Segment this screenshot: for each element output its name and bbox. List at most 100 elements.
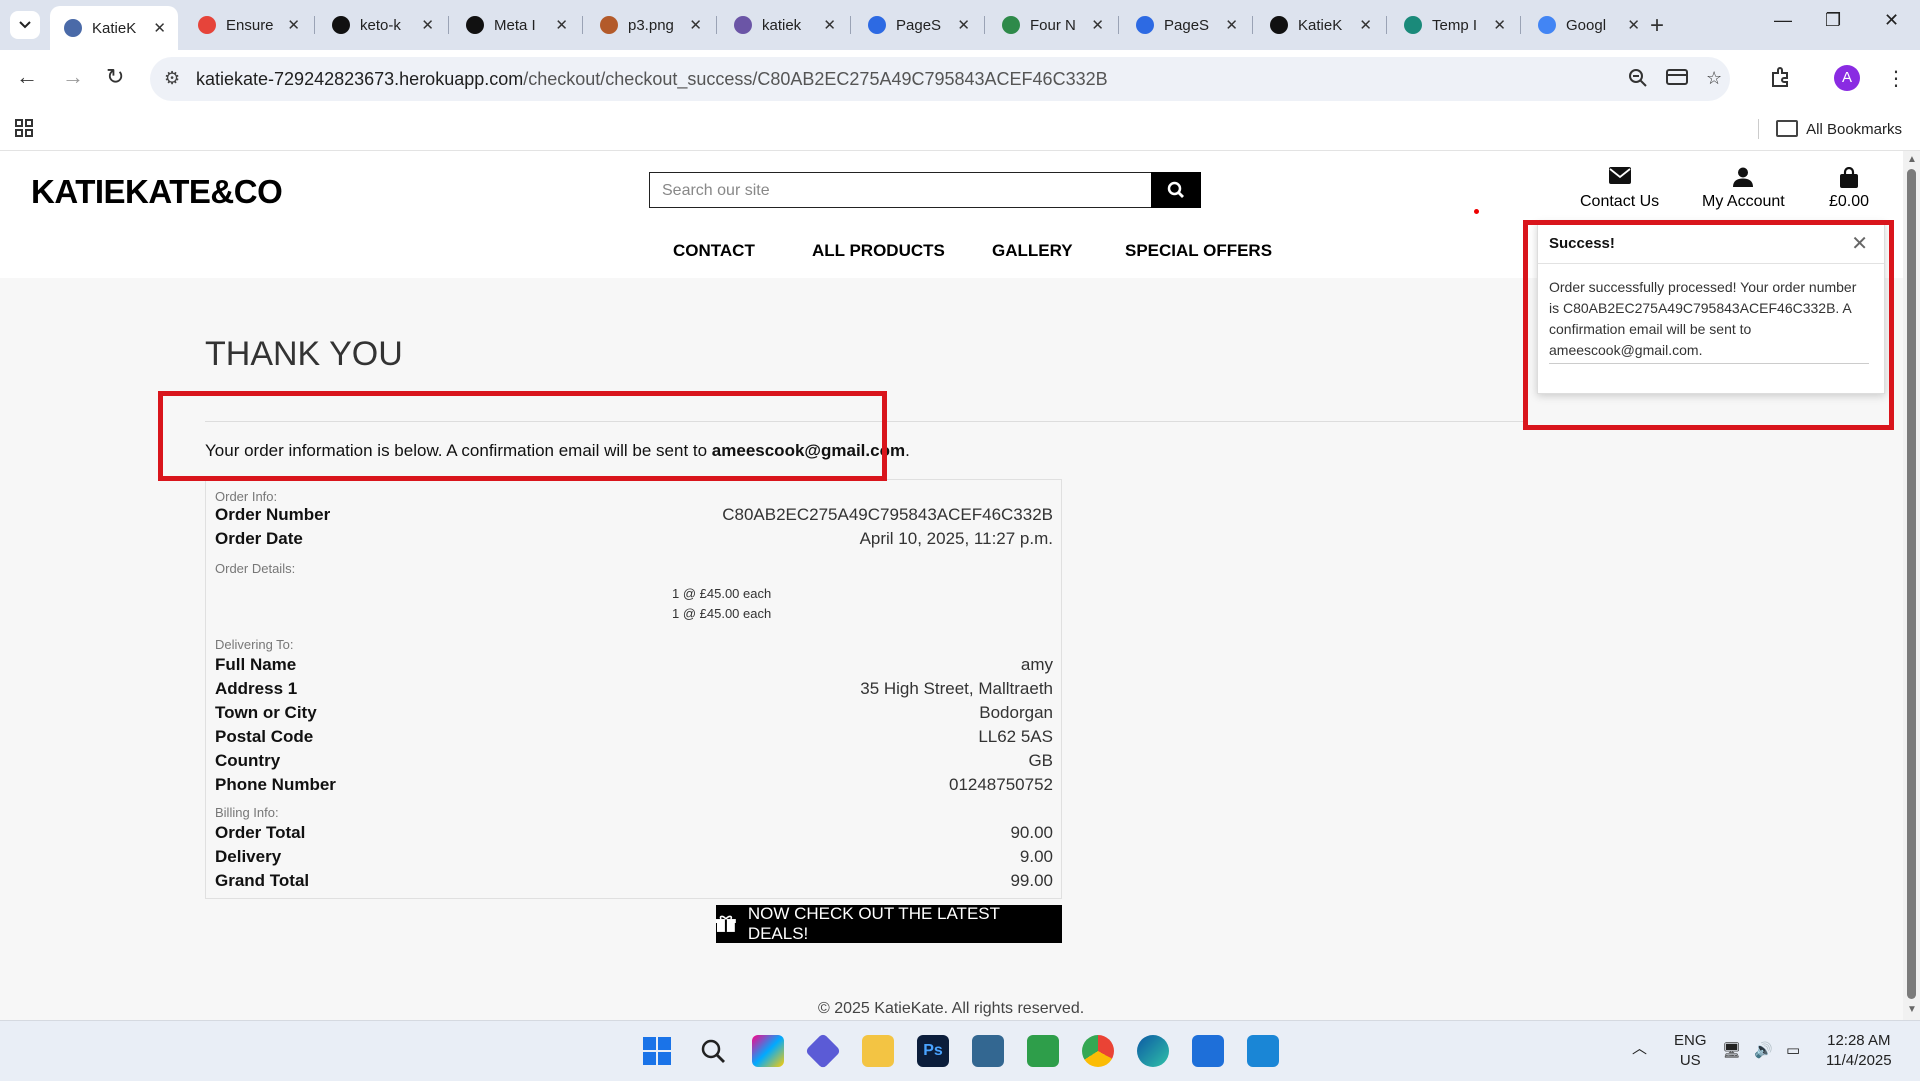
- nav-gallery[interactable]: GALLERY: [992, 241, 1073, 261]
- browser-tab[interactable]: Ensure ✕: [184, 6, 312, 44]
- battery-icon[interactable]: ▭: [1786, 1041, 1800, 1061]
- language-indicator[interactable]: ENG US: [1674, 1031, 1707, 1071]
- browser-tab[interactable]: KatieK ✕: [50, 6, 178, 50]
- network-icon[interactable]: 🖥: [1722, 1041, 1741, 1061]
- browser-tab[interactable]: Temp I ✕: [1390, 6, 1518, 44]
- order-date-value: April 10, 2025, 11:27 p.m.: [859, 529, 1053, 548]
- full-name-label: Full Name: [215, 655, 297, 674]
- globe-icon: [64, 19, 82, 37]
- tab-close-icon[interactable]: ✕: [1225, 16, 1238, 34]
- start-icon[interactable]: [641, 1035, 673, 1067]
- latest-deals-button[interactable]: NOW CHECK OUT THE LATEST DEALS!: [716, 904, 1062, 943]
- time-label: 12:28 AM: [1827, 1032, 1891, 1049]
- clock[interactable]: 12:28 AM 11/4/2025: [1826, 1031, 1892, 1071]
- tab-title: p3.png: [628, 16, 674, 34]
- browser-tab[interactable]: katiek ✕: [720, 6, 848, 44]
- browser-tab[interactable]: p3.png ✕: [586, 6, 714, 44]
- tab-close-icon[interactable]: ✕: [823, 16, 836, 34]
- forward-icon[interactable]: →: [62, 64, 84, 90]
- full-name-value: amy: [1020, 655, 1053, 674]
- more-menu-icon[interactable]: ⋮: [1886, 66, 1906, 91]
- zoom-icon[interactable]: [1628, 68, 1648, 93]
- browser-tab[interactable]: PageS ✕: [1122, 6, 1250, 44]
- new-tab-button[interactable]: +: [1650, 12, 1664, 40]
- notepad-icon[interactable]: [1192, 1035, 1224, 1067]
- tab-close-icon[interactable]: ✕: [689, 16, 702, 34]
- browser-tab[interactable]: keto-k ✕: [318, 6, 446, 44]
- region-label: US: [1679, 1052, 1701, 1069]
- lock-app-icon[interactable]: [1027, 1035, 1059, 1067]
- contact-us-link[interactable]: Contact Us: [1580, 167, 1659, 211]
- volume-icon[interactable]: 🔊: [1754, 1041, 1773, 1061]
- tab-separator: [1386, 16, 1387, 34]
- nav-all-products[interactable]: ALL PRODUCTS: [812, 241, 945, 261]
- close-window-icon[interactable]: ✕: [1884, 10, 1899, 31]
- lang-label: ENG: [1674, 1032, 1707, 1049]
- tab-close-icon[interactable]: ✕: [1091, 16, 1104, 34]
- my-account-link[interactable]: My Account: [1702, 167, 1785, 211]
- country-label: Country: [215, 751, 281, 770]
- tab-search-button[interactable]: [10, 11, 40, 39]
- tab-separator: [984, 16, 985, 34]
- order-date-label: Order Date: [215, 529, 303, 548]
- payment-card-icon[interactable]: [1666, 68, 1688, 91]
- address-bar[interactable]: ⚙ katiekate-729242823673.herokuapp.com/c…: [150, 57, 1730, 101]
- bookmarks-divider: [1758, 119, 1759, 139]
- search-input[interactable]: [650, 173, 1164, 209]
- nav-special-offers[interactable]: SPECIAL OFFERS: [1125, 241, 1272, 261]
- apps-grid-icon[interactable]: [14, 118, 34, 144]
- tab-title: KatieK: [1298, 16, 1343, 34]
- photoshop-icon[interactable]: Ps: [917, 1035, 949, 1067]
- back-icon[interactable]: ←: [16, 64, 38, 90]
- basket-link[interactable]: £0.00: [1829, 166, 1870, 211]
- tab-close-icon[interactable]: ✕: [1493, 16, 1506, 34]
- url-text[interactable]: katiekate-729242823673.herokuapp.com/che…: [196, 69, 1108, 90]
- site-info-icon[interactable]: ⚙: [164, 68, 180, 89]
- browser-tab[interactable]: KatieK ✕: [1256, 6, 1384, 44]
- vscode-icon[interactable]: [1247, 1035, 1279, 1067]
- site-footer: © 2025 KatieKate. All rights reserved.: [818, 1000, 1085, 1017]
- extensions-icon[interactable]: [1770, 66, 1792, 94]
- edge-icon[interactable]: [1137, 1035, 1169, 1067]
- bookmark-star-icon[interactable]: ☆: [1706, 68, 1722, 89]
- tab-close-icon[interactable]: ✕: [153, 19, 166, 37]
- browser-tab[interactable]: PageS ✕: [854, 6, 982, 44]
- tab-separator: [1520, 16, 1521, 34]
- chrome-taskbar-icon[interactable]: [1082, 1035, 1114, 1067]
- scroll-down-icon[interactable]: ▼: [1907, 1004, 1917, 1015]
- tab-close-icon[interactable]: ✕: [555, 16, 568, 34]
- tab-close-icon[interactable]: ✕: [1627, 16, 1640, 34]
- tab-close-icon[interactable]: ✕: [957, 16, 970, 34]
- scroll-up-icon[interactable]: ▲: [1907, 154, 1917, 165]
- file-explorer-icon[interactable]: [862, 1035, 894, 1067]
- taskbar-search-icon[interactable]: [697, 1035, 729, 1067]
- red-dot-marker: [1474, 209, 1479, 214]
- tab-close-icon[interactable]: ✕: [287, 16, 300, 34]
- site-logo[interactable]: KATIEKATE&CO: [31, 173, 283, 211]
- copilot-icon[interactable]: [752, 1035, 784, 1067]
- profile-avatar[interactable]: A: [1834, 65, 1860, 91]
- all-bookmarks-button[interactable]: All Bookmarks: [1776, 120, 1902, 138]
- grand-total-value: 99.00: [1010, 871, 1053, 890]
- diamond-app-icon[interactable]: [804, 1032, 842, 1070]
- tray-chevron-icon[interactable]: ︿: [1632, 1039, 1647, 1059]
- reload-icon[interactable]: ↻: [106, 64, 124, 90]
- minimize-icon[interactable]: —: [1774, 10, 1792, 31]
- tab-title: Temp I: [1432, 16, 1478, 34]
- page-scrollbar[interactable]: ▲ ▼: [1903, 151, 1920, 1020]
- postgres-icon[interactable]: [972, 1035, 1004, 1067]
- search-button[interactable]: [1151, 172, 1201, 208]
- shopping-bag-icon: [1829, 166, 1869, 189]
- browser-tab[interactable]: Four N ✕: [988, 6, 1116, 44]
- order-info-label: Order Info:: [215, 489, 278, 504]
- scroll-thumb[interactable]: [1907, 169, 1916, 999]
- nav-contact[interactable]: CONTACT: [673, 241, 755, 261]
- tab-close-icon[interactable]: ✕: [421, 16, 434, 34]
- basket-total: £0.00: [1829, 193, 1870, 210]
- delivering-label: Delivering To:: [215, 637, 294, 652]
- tab-close-icon[interactable]: ✕: [1359, 16, 1372, 34]
- restore-icon[interactable]: ❐: [1825, 10, 1841, 31]
- browser-tab[interactable]: Meta I ✕: [452, 6, 580, 44]
- tab-title: KatieK: [92, 19, 137, 37]
- browser-tab[interactable]: Googl ✕: [1524, 6, 1652, 44]
